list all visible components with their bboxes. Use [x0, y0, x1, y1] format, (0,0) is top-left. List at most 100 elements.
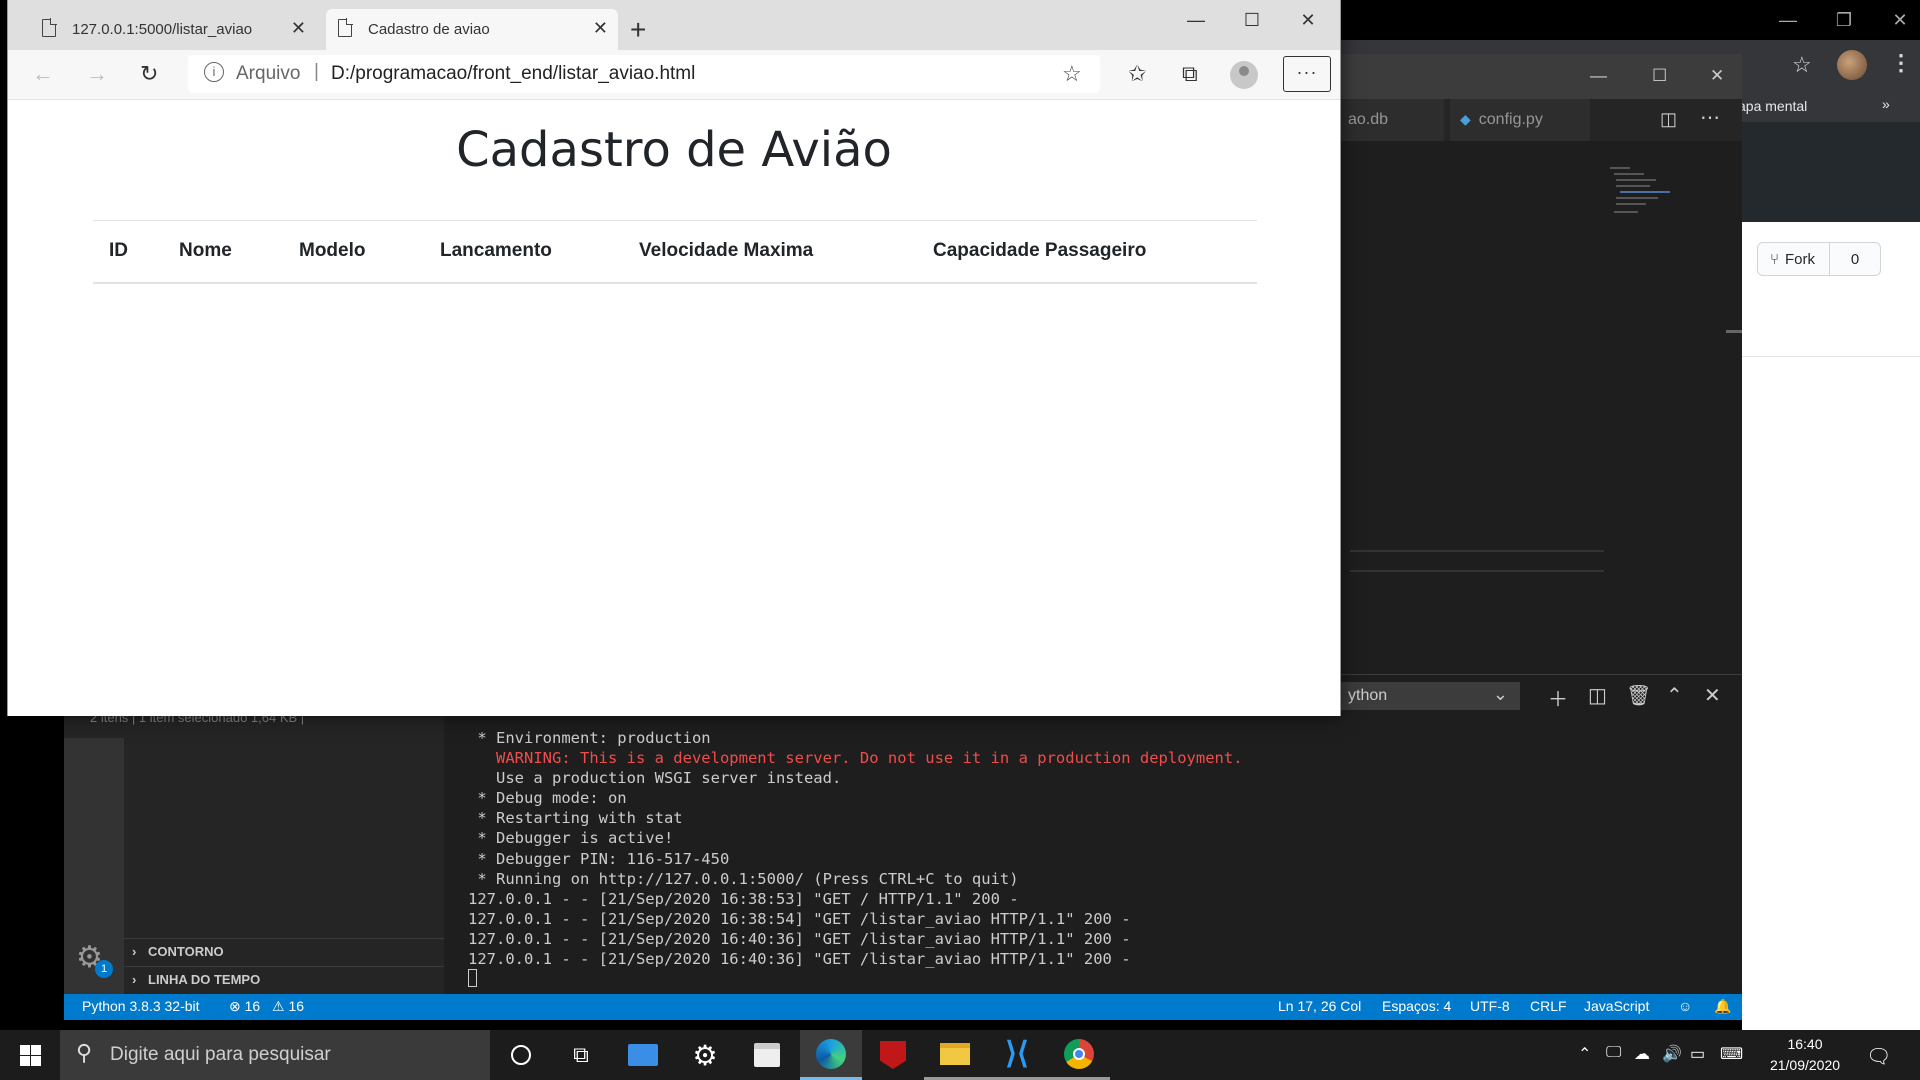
mcafee-icon[interactable] [862, 1030, 924, 1080]
terminal-cursor [468, 969, 477, 988]
browser-tab[interactable]: 127.0.0.1:5000/listar_aviao ✕ [30, 9, 316, 50]
task-view-icon[interactable]: ⧉ [550, 1030, 612, 1080]
fork-icon: ⑂ [1770, 250, 1780, 268]
bell-icon[interactable]: 🔔 [1714, 998, 1731, 1015]
tab-db[interactable]: ao.db [1340, 99, 1444, 141]
terminal-line: 127.0.0.1 - - [21/Sep/2020 16:38:54] "GE… [468, 909, 1131, 928]
profile-avatar[interactable] [1837, 50, 1867, 80]
notification-center-icon[interactable]: 🗨 [1866, 1044, 1891, 1069]
terminal-select[interactable]: ython ⌄ [1340, 682, 1520, 710]
airplane-table: ID Nome Modelo Lancamento Velocidade Max… [93, 220, 1257, 284]
address-bar[interactable]: i Arquivo | D:/programacao/front_end/lis… [188, 55, 1100, 93]
new-terminal-icon[interactable]: ＋ [1548, 683, 1568, 712]
tab-title: Cadastro de aviao [368, 21, 490, 38]
python-interpreter[interactable]: Python 3.8.3 32-bit [82, 998, 200, 1014]
cortana-icon[interactable] [490, 1030, 552, 1080]
close-tab-icon[interactable]: ✕ [291, 18, 306, 39]
timeline-section[interactable]: › LINHA DO TEMPO [124, 966, 444, 994]
column-header-lancamento: Lancamento [424, 220, 623, 284]
terminal-line: * Environment: production [468, 729, 711, 747]
split-terminal-icon[interactable]: ◫ [1588, 683, 1607, 708]
address-separator: | [314, 61, 319, 82]
back-arrow-icon[interactable]: ← [32, 61, 54, 87]
column-header-modelo: Modelo [283, 220, 424, 284]
edge-icon[interactable] [800, 1030, 862, 1080]
outline-section[interactable]: › CONTORNO [124, 938, 444, 966]
maximize-icon[interactable]: ☐ [1224, 0, 1280, 40]
fork-button[interactable]: ⑂ Fork 0 [1757, 242, 1881, 276]
window-controls: — ☐ ✕ [1168, 0, 1340, 40]
chrome-icon[interactable] [1048, 1030, 1110, 1080]
minimize-icon[interactable]: — [1590, 66, 1607, 86]
terminal-line: 127.0.0.1 - - [21/Sep/2020 16:38:53] "GE… [468, 889, 1019, 908]
bookmarks-overflow[interactable]: » [1882, 96, 1890, 112]
more-actions-icon[interactable]: ⋯ [1700, 105, 1720, 130]
vscode-icon[interactable]: ⟩⟨ [986, 1030, 1048, 1080]
terminal-output[interactable]: * Environment: production WARNING: This … [444, 716, 1742, 994]
terminal-line: * Restarting with stat [468, 809, 683, 828]
collections-icon[interactable]: ⧉ [1182, 61, 1198, 87]
terminal-line: * Debug mode: on [468, 789, 627, 808]
scrollbar[interactable] [1726, 330, 1742, 333]
notification-badge: 1 [95, 960, 113, 978]
info-icon[interactable]: i [204, 62, 224, 82]
keyboard-icon[interactable]: ⌨ [1720, 1044, 1743, 1064]
minimize-icon[interactable]: — [1168, 0, 1224, 40]
close-tab-icon[interactable]: ✕ [593, 18, 608, 39]
encoding[interactable]: UTF-8 [1470, 998, 1510, 1014]
minimap[interactable] [1610, 165, 1690, 225]
settings-more-button[interactable]: ··· [1283, 56, 1331, 92]
chevron-up-icon[interactable]: ⌃ [1666, 683, 1683, 708]
feedback-icon[interactable]: ☺ [1678, 998, 1692, 1014]
line-ending[interactable]: CRLF [1530, 998, 1567, 1014]
file-explorer-icon[interactable] [924, 1030, 986, 1080]
close-icon[interactable]: ✕ [1872, 0, 1920, 40]
split-editor-icon[interactable]: ◫ [1660, 109, 1677, 130]
mail-icon[interactable] [612, 1030, 674, 1080]
battery-icon[interactable]: ▭ [1690, 1044, 1705, 1064]
minimize-icon[interactable]: — [1760, 0, 1816, 40]
terminal-line: * Debugger is active! [468, 829, 674, 848]
language-mode[interactable]: JavaScript [1584, 998, 1649, 1014]
browser-tab-active[interactable]: Cadastro de aviao ✕ [326, 9, 618, 50]
terminal-line: 127.0.0.1 - - [21/Sep/2020 16:40:36] "GE… [468, 950, 1131, 969]
terminal-cursor-line[interactable] [468, 969, 1742, 989]
cursor-position[interactable]: Ln 17, 26 Col [1278, 998, 1361, 1014]
bookmark-star-icon[interactable]: ☆ [1792, 52, 1812, 78]
taskbar-clock[interactable]: 16:40 21/09/2020 [1760, 1034, 1850, 1076]
onedrive-icon[interactable]: ☁ [1634, 1044, 1650, 1064]
tab-label: ao.db [1348, 111, 1389, 128]
tab-label: config.py [1478, 111, 1543, 128]
trash-icon[interactable]: 🗑 [1626, 683, 1651, 708]
chevron-up-icon[interactable]: ⌃ [1578, 1044, 1591, 1064]
new-tab-button[interactable]: + [630, 14, 646, 46]
close-icon[interactable]: ✕ [1710, 66, 1724, 86]
problems-warnings[interactable]: ⚠ 16 [272, 998, 304, 1015]
close-icon[interactable]: ✕ [1280, 0, 1336, 40]
bookmark-item[interactable]: apa mental [1738, 98, 1807, 114]
windows-start-icon[interactable] [0, 1030, 60, 1080]
menu-dots-icon[interactable]: ⋮ [1890, 50, 1912, 76]
network-icon[interactable]: 🖵 [1606, 1044, 1621, 1062]
chevron-right-icon: › [132, 972, 137, 987]
settings-icon[interactable]: ⚙ [674, 1030, 736, 1080]
reload-icon[interactable]: ↻ [140, 61, 158, 87]
url-text[interactable]: D:/programacao/front_end/listar_aviao.ht… [331, 63, 695, 85]
volume-icon[interactable]: 🔊 [1662, 1044, 1682, 1064]
store-icon[interactable] [736, 1030, 798, 1080]
column-header-capacidade: Capacidade Passageiro [917, 220, 1257, 284]
scheme-label: Arquivo [236, 63, 301, 84]
indentation[interactable]: Espaços: 4 [1382, 998, 1451, 1014]
tab-config[interactable]: ◆ config.py [1450, 99, 1590, 141]
restore-icon[interactable]: ❐ [1816, 0, 1872, 40]
problems-errors[interactable]: ⊗ 16 [229, 998, 260, 1015]
favorites-list-icon[interactable]: ✩ [1128, 61, 1146, 87]
forward-arrow-icon[interactable]: → [86, 61, 108, 87]
close-panel-icon[interactable]: ✕ [1704, 683, 1721, 708]
fork-count[interactable]: 0 [1830, 251, 1880, 268]
divider [1742, 356, 1920, 357]
taskbar-search[interactable]: ⚲ Digite aqui para pesquisar [60, 1030, 490, 1080]
profile-icon[interactable] [1230, 61, 1258, 89]
favorite-star-icon[interactable]: ☆ [1062, 61, 1082, 87]
maximize-icon[interactable]: ☐ [1652, 66, 1667, 86]
